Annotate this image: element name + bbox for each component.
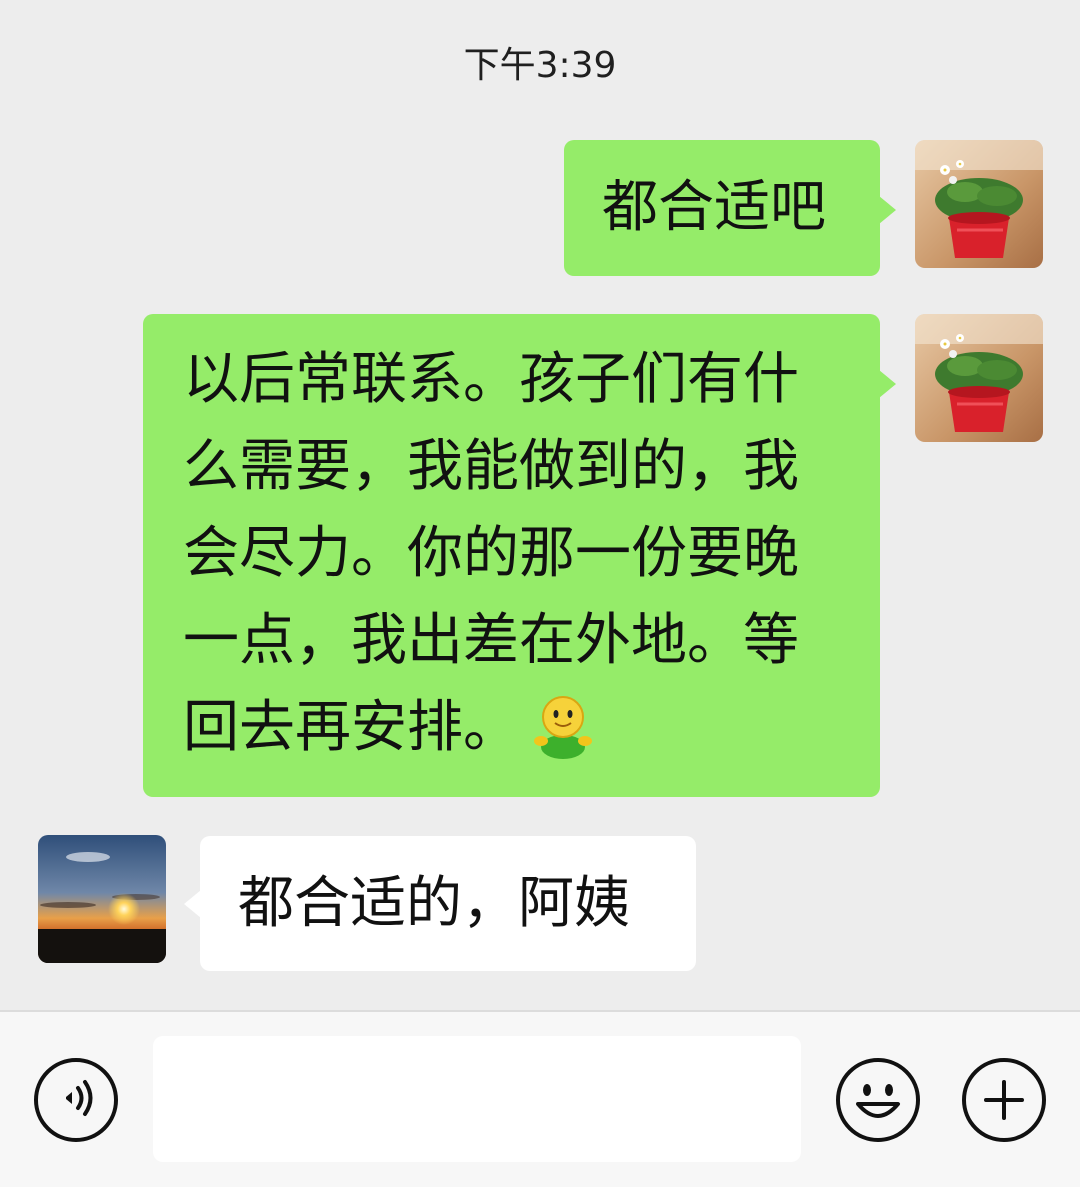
message-text-line: 么需要，我能做到的，我 bbox=[183, 434, 799, 499]
message-text: 都合适吧 bbox=[602, 175, 826, 240]
outgoing-message-bubble[interactable]: 都合适吧 bbox=[564, 140, 896, 276]
message-input-bar bbox=[0, 1010, 1080, 1187]
outgoing-message-bubble[interactable]: 以后常联系。孩子们有什 么需要，我能做到的，我 会尽力。你的那一份要晚 一点，我… bbox=[143, 314, 896, 797]
message-text-line: 一点，我出差在外地。等 bbox=[183, 608, 799, 673]
message-text-line: 会尽力。你的那一份要晚 bbox=[183, 521, 799, 586]
plus-icon bbox=[984, 1080, 1024, 1120]
voice-icon bbox=[66, 1080, 93, 1116]
emoji-button[interactable] bbox=[836, 1058, 920, 1142]
potted-plant-avatar[interactable] bbox=[915, 140, 1043, 268]
message-text: 都合适的，阿姨 bbox=[238, 871, 630, 936]
smiling-figure-emoji bbox=[527, 689, 599, 761]
potted-plant-avatar[interactable] bbox=[915, 314, 1043, 442]
message-input[interactable] bbox=[153, 1036, 801, 1162]
sunset-avatar[interactable] bbox=[38, 835, 166, 963]
incoming-message-bubble[interactable]: 都合适的，阿姨 bbox=[184, 836, 696, 971]
emoji-icon bbox=[856, 1084, 900, 1118]
voice-button[interactable] bbox=[34, 1058, 118, 1142]
chat-screen: 下午3:39 都合适吧 以后常联系。孩子们有什 么需要，我能做到的，我 会尽力。… bbox=[0, 0, 1080, 1187]
message-text-line: 以后常联系。孩子们有什 bbox=[183, 347, 799, 412]
message-text-line-last: 回去再安排。 bbox=[183, 684, 844, 771]
message-timestamp: 下午3:39 bbox=[463, 45, 617, 86]
more-button[interactable] bbox=[962, 1058, 1046, 1142]
message-text: 回去再安排。 bbox=[183, 695, 519, 760]
